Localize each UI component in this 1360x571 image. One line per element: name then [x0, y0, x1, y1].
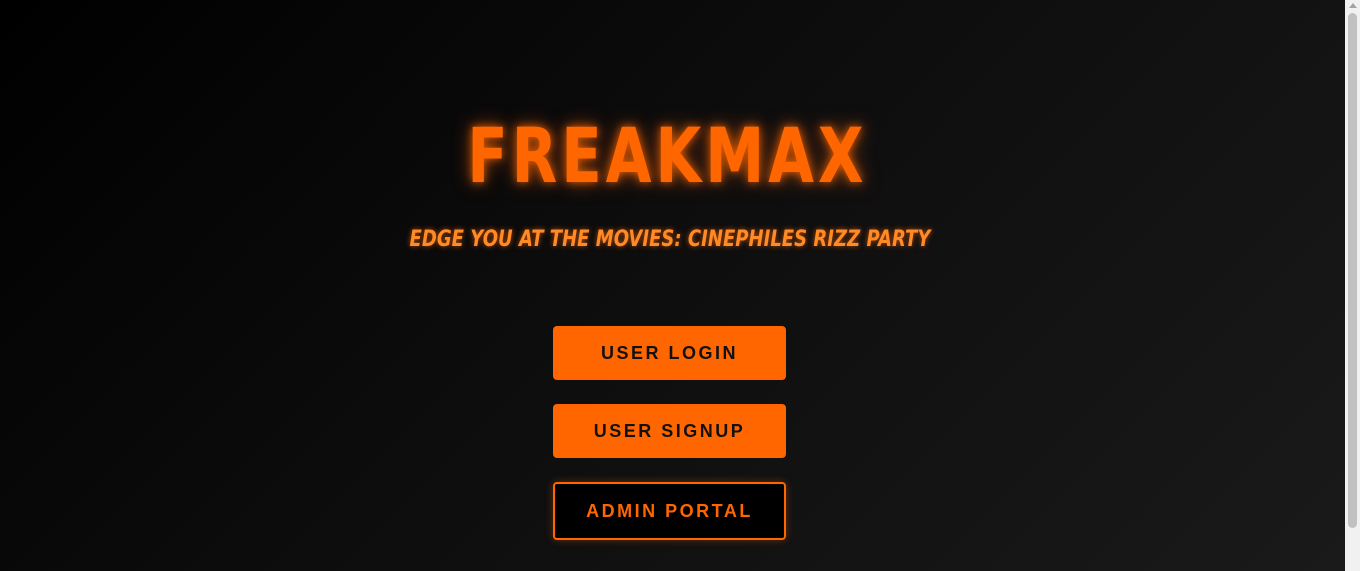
brand-title: FREAKMAX — [467, 111, 868, 200]
landing-page: FREAKMAX EDGE YOU AT THE MOVIES: CINEPHI… — [0, 0, 1345, 571]
user-signup-button[interactable]: USER SIGNUP — [553, 404, 786, 458]
scrollbar-thumb[interactable] — [1348, 13, 1357, 528]
vertical-scrollbar[interactable] — [1345, 0, 1360, 571]
brand-tagline: EDGE YOU AT THE MOVIES: CINEPHILES RIZZ … — [409, 227, 931, 252]
scroll-up-arrow-icon[interactable] — [1349, 3, 1357, 8]
user-login-button[interactable]: USER LOGIN — [553, 326, 786, 380]
admin-portal-button[interactable]: ADMIN PORTAL — [553, 482, 786, 540]
